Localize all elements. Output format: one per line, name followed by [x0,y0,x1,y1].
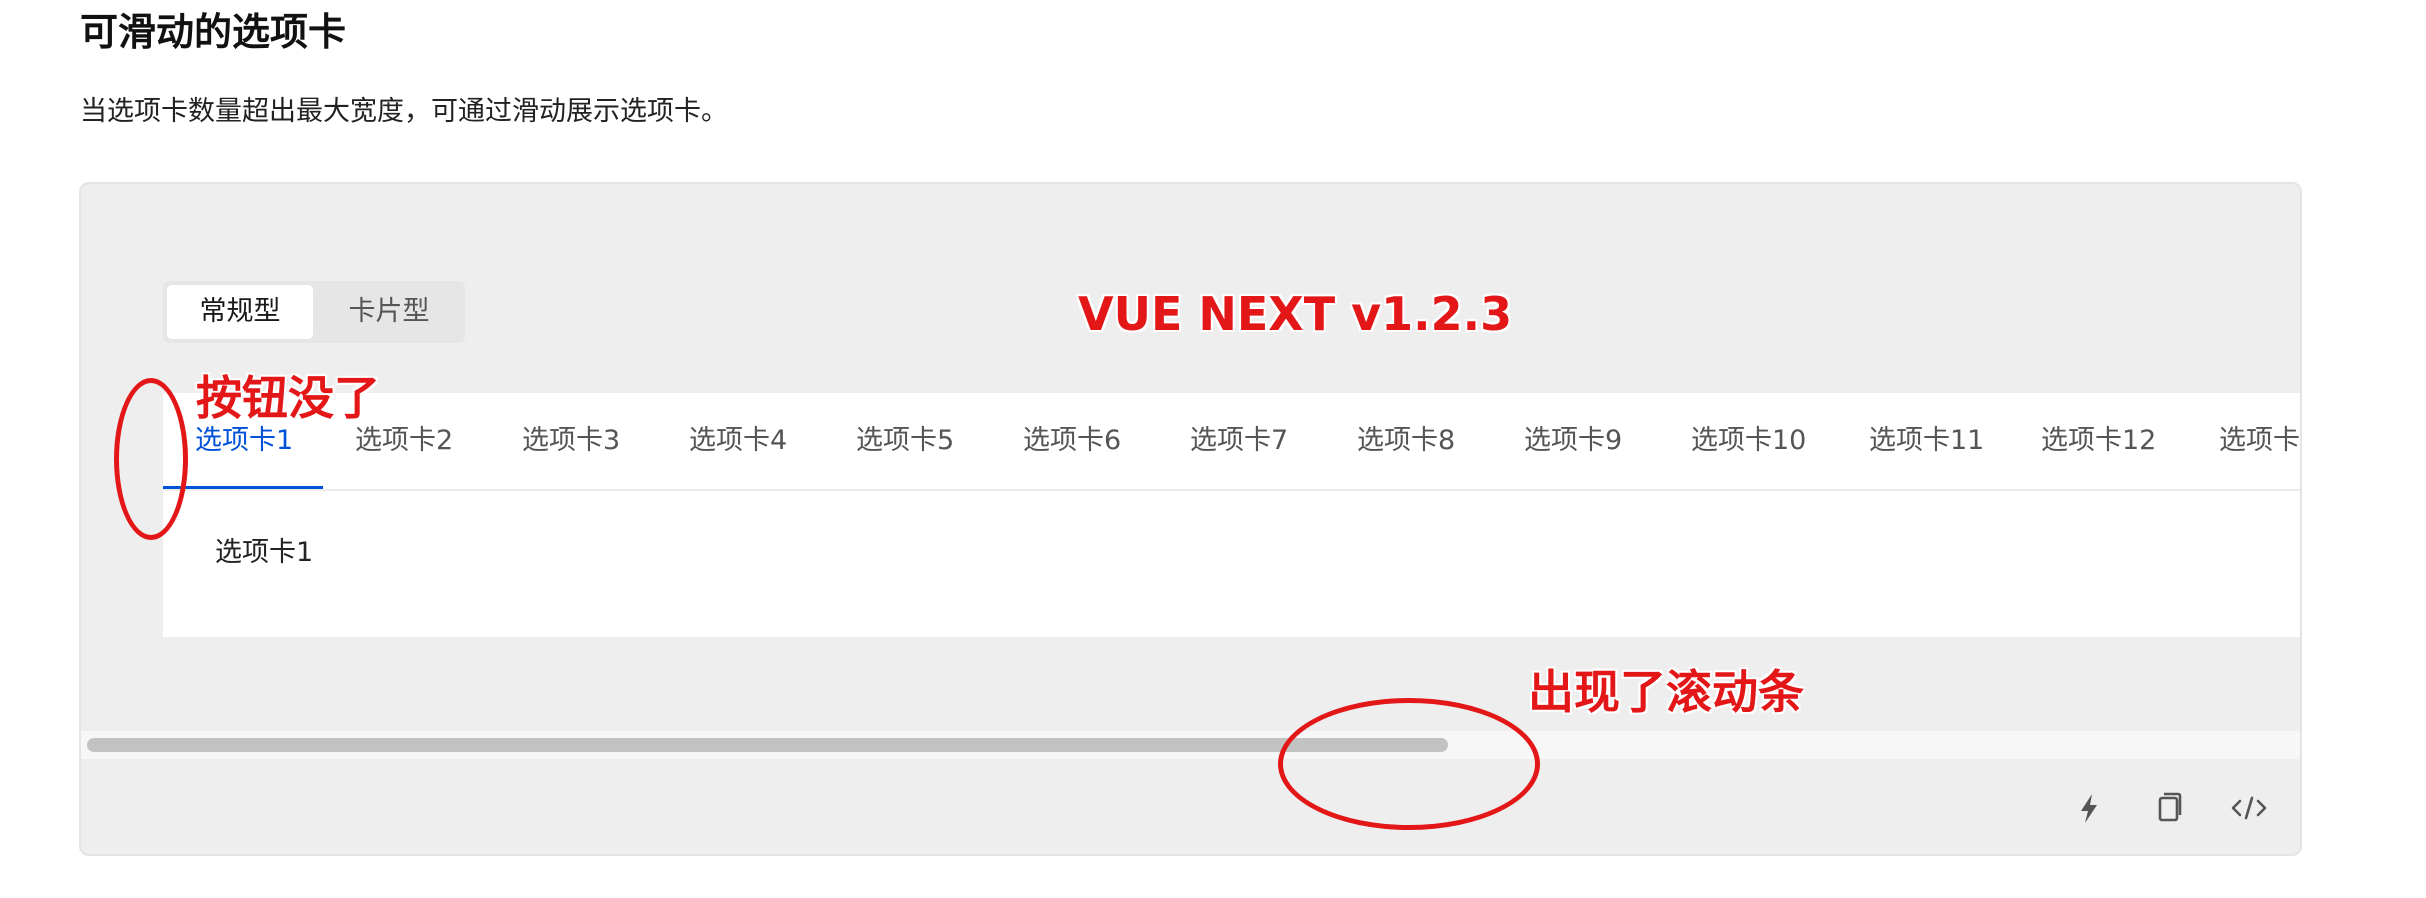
section-description: 当选项卡数量超出最大宽度，可通过滑动展示选项卡。 [80,96,728,127]
code-icon[interactable] [2227,786,2271,830]
active-tab-indicator [163,486,323,489]
tabs-panel: 选项卡1 选项卡2 选项卡3 选项卡4 选项卡5 选项卡6 选项卡7 选项卡8 … [163,393,2300,637]
tab-item-6[interactable]: 选项卡6 [1023,417,1121,465]
copy-icon[interactable] [2147,786,2191,830]
scrollbar-thumb[interactable] [87,738,1448,752]
type-option-card[interactable]: 卡片型 [317,285,461,339]
section-title: 可滑动的选项卡 [80,10,347,54]
annotation-version: VUE NEXT v1.2.3 [1078,287,1513,341]
type-option-normal[interactable]: 常规型 [167,285,313,339]
annotation-missing-button: 按钮没了 [196,371,380,425]
tab-item-8[interactable]: 选项卡8 [1357,417,1455,465]
tab-item-13[interactable]: 选项卡1 [2219,417,2300,465]
tab-content: 选项卡1 [215,537,314,568]
tab-item-4[interactable]: 选项卡4 [689,417,787,465]
annotation-circle-missing-button [114,378,188,540]
annotation-circle-scrollbar [1278,698,1540,830]
annotation-scrollbar: 出现了滚动条 [1528,665,1804,719]
tab-item-11[interactable]: 选项卡11 [1869,417,1984,465]
tab-type-switch: 常规型 卡片型 [163,281,465,343]
tab-item-12[interactable]: 选项卡12 [2041,417,2156,465]
lightning-icon[interactable] [2067,786,2111,830]
tab-item-10[interactable]: 选项卡10 [1691,417,1806,465]
horizontal-scrollbar[interactable] [81,731,2300,759]
tab-item-5[interactable]: 选项卡5 [856,417,954,465]
docs-page: 可滑动的选项卡 当选项卡数量超出最大宽度，可通过滑动展示选项卡。 常规型 卡片型… [0,0,2426,898]
tab-item-3[interactable]: 选项卡3 [522,417,620,465]
tab-item-7[interactable]: 选项卡7 [1190,417,1288,465]
tab-item-9[interactable]: 选项卡9 [1524,417,1622,465]
tabs-nav: 选项卡1 选项卡2 选项卡3 选项卡4 选项卡5 选项卡6 选项卡7 选项卡8 … [163,393,2300,491]
